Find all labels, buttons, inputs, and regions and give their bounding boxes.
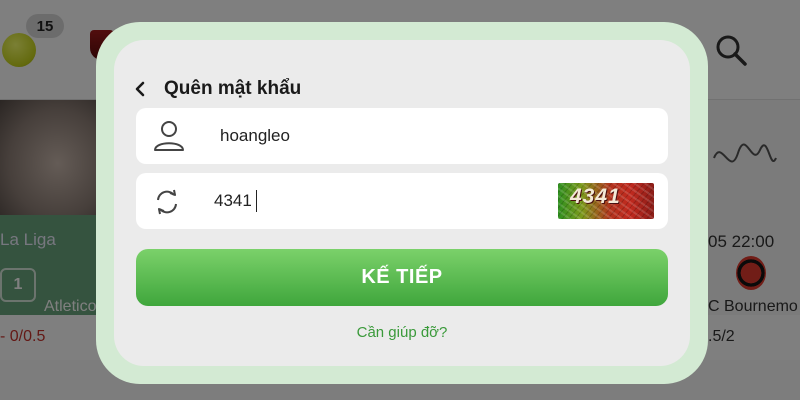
refresh-icon[interactable]	[152, 187, 182, 217]
captcha-field[interactable]: 4341	[136, 173, 668, 229]
captcha-image[interactable]: 4341	[558, 183, 654, 219]
captcha-input[interactable]	[214, 188, 514, 214]
help-link[interactable]: Cần giúp đỡ?	[114, 324, 690, 341]
dialog-header: Quên mật khẩu	[134, 76, 301, 102]
username-input[interactable]	[220, 123, 520, 149]
next-button[interactable]: KẾ TIẾP	[136, 249, 668, 306]
username-field[interactable]	[136, 108, 668, 164]
dialog-title: Quên mật khẩu	[164, 78, 302, 99]
chevron-left-icon[interactable]	[134, 78, 152, 100]
user-icon	[154, 121, 184, 151]
forgot-password-dialog: Quên mật khẩu 4341 KẾ TIẾP Cần giúp đỡ?	[114, 40, 690, 366]
captcha-image-text: 4341	[570, 185, 621, 208]
text-caret	[256, 190, 257, 212]
